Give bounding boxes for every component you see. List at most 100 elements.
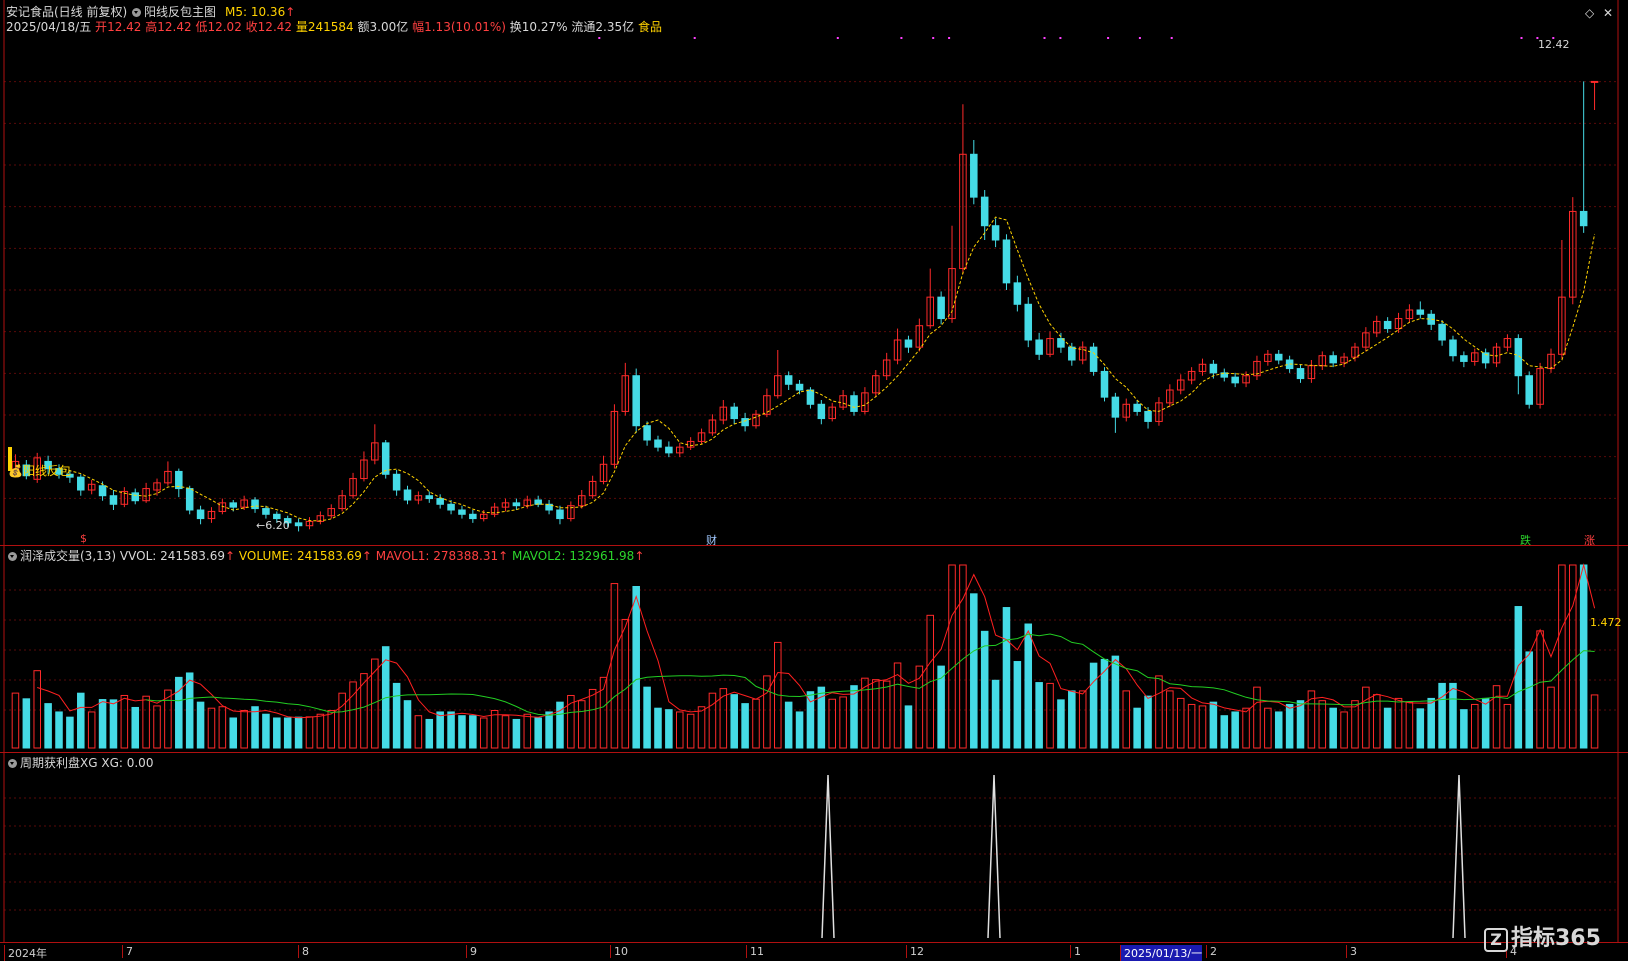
volume-bar (1024, 623, 1033, 749)
volume-bar (458, 715, 466, 749)
change-label: 幅 (412, 20, 425, 34)
volume-bar (1057, 699, 1065, 749)
diamond-icon[interactable]: ◇ (1585, 6, 1594, 20)
volume-bar (1460, 709, 1468, 749)
volume-bar (240, 709, 248, 749)
xg-panel-header[interactable]: 周期获利盘XG XG: 0.00 (8, 756, 153, 770)
signal-dot (1138, 37, 1141, 39)
volume-bar (414, 715, 423, 749)
volume-bar (1155, 675, 1163, 749)
candle-body (229, 502, 238, 508)
signal-dot (1170, 37, 1173, 39)
sector-tag[interactable]: 食品 (638, 20, 662, 34)
volume-bar (294, 716, 303, 749)
volume-right-value: 1.472 (1590, 616, 1622, 629)
candle-body (1383, 320, 1392, 330)
volume-bar (872, 679, 880, 749)
volume-bars[interactable] (11, 564, 1599, 749)
badge-s[interactable]: $ (80, 532, 87, 545)
volume-bar (545, 711, 553, 749)
volume-bar (22, 698, 31, 749)
xg-peak (987, 774, 1001, 939)
candle-body (1089, 346, 1098, 372)
candle-body (1296, 368, 1305, 380)
volume-bar (1144, 695, 1152, 749)
candle-body (904, 339, 913, 348)
volume-bar (1231, 711, 1239, 749)
candle-body (1416, 309, 1425, 315)
volume-bar (1569, 564, 1577, 749)
volume-bar (1438, 682, 1446, 749)
volume-bar (1100, 658, 1109, 749)
volume-bar (316, 713, 325, 749)
mavol2-line (146, 633, 1595, 716)
volume-bar (55, 711, 63, 749)
vvol-value: VVOL: 241583.69 (119, 549, 226, 563)
time-label-mar: 3 (1346, 945, 1357, 958)
signal-dot (1107, 37, 1110, 39)
volume-bar (1307, 690, 1316, 749)
candle-body (665, 446, 673, 454)
candle-body (741, 418, 749, 427)
quote-line: 2025/04/18/五 开12.42 高12.42 低12.02 收12.42… (6, 20, 662, 34)
signal-legend-label: 阳线反包 (22, 464, 71, 478)
close-icon[interactable]: ✕ (1603, 6, 1613, 20)
dropdown-icon[interactable] (8, 759, 17, 768)
high-marker: 12.42 (1538, 38, 1570, 52)
time-label-oct: 10 (610, 945, 628, 958)
amount-value: 3.00亿 (369, 20, 409, 34)
candle-body (730, 406, 738, 420)
volume-panel-header[interactable]: 润泽成交量(3,13) VVOL: 241583.69↑ VOLUME: 241… (8, 549, 644, 563)
time-axis[interactable]: 2024年 7 8 9 10 11 12 1 2025/01/13/一 2 3 … (0, 942, 1628, 961)
volume-bar (1318, 700, 1327, 749)
ma5-label: M5: 10.36 (225, 5, 286, 19)
volume-bar (1176, 697, 1185, 749)
xg-peak (821, 774, 835, 939)
panel-separator-2[interactable] (0, 752, 1628, 753)
volume-bar (577, 700, 586, 749)
time-label-jul: 7 (122, 945, 133, 958)
volume-bar (1187, 703, 1196, 749)
volume-bar (251, 706, 259, 749)
volume-bar (1416, 708, 1425, 749)
signal-dots (598, 37, 1555, 39)
indicator-selector[interactable]: 阳线反包主图 (132, 5, 216, 19)
dropdown-icon[interactable] (8, 552, 17, 561)
candle-body (937, 296, 945, 320)
volume-bar (1046, 682, 1054, 749)
volume-bar (665, 709, 673, 749)
volume-bar (66, 716, 74, 749)
candle-body (806, 389, 815, 405)
price-candles[interactable] (11, 80, 1599, 532)
volume-bar (1579, 564, 1588, 749)
candle-body (643, 425, 651, 441)
volume-bar (1198, 705, 1207, 749)
xg-panel-title: 周期获利盘XG (20, 756, 98, 770)
candle-body (1590, 80, 1599, 83)
high-marker-value: 12.42 (1538, 38, 1570, 51)
volume-bar (1547, 686, 1555, 749)
volume-bar (109, 699, 118, 749)
volume-label: 量 (295, 20, 308, 34)
panel-separator-1[interactable] (0, 545, 1628, 546)
volume-bar (1296, 700, 1305, 749)
volume-bar (523, 713, 532, 749)
volume-bar (283, 717, 292, 749)
volume-bar (1558, 564, 1566, 749)
volume-bar (1133, 707, 1141, 749)
candle-body (196, 509, 205, 520)
volume-bar (469, 715, 477, 749)
candle-body (436, 498, 444, 505)
dropdown-icon[interactable] (132, 8, 141, 17)
candle-body (109, 495, 118, 505)
volume-bar (1351, 700, 1359, 749)
signal-dot (900, 37, 903, 39)
volume-bar (730, 694, 738, 749)
volume-bar (1427, 697, 1435, 749)
volume-bar (1340, 711, 1348, 749)
volume-bar (621, 618, 630, 749)
candle-body (1024, 303, 1033, 341)
volume-bar (1274, 711, 1283, 749)
stock-title[interactable]: 安记食品(日线 前复权) (6, 5, 127, 19)
time-label-sep: 9 (466, 945, 477, 958)
